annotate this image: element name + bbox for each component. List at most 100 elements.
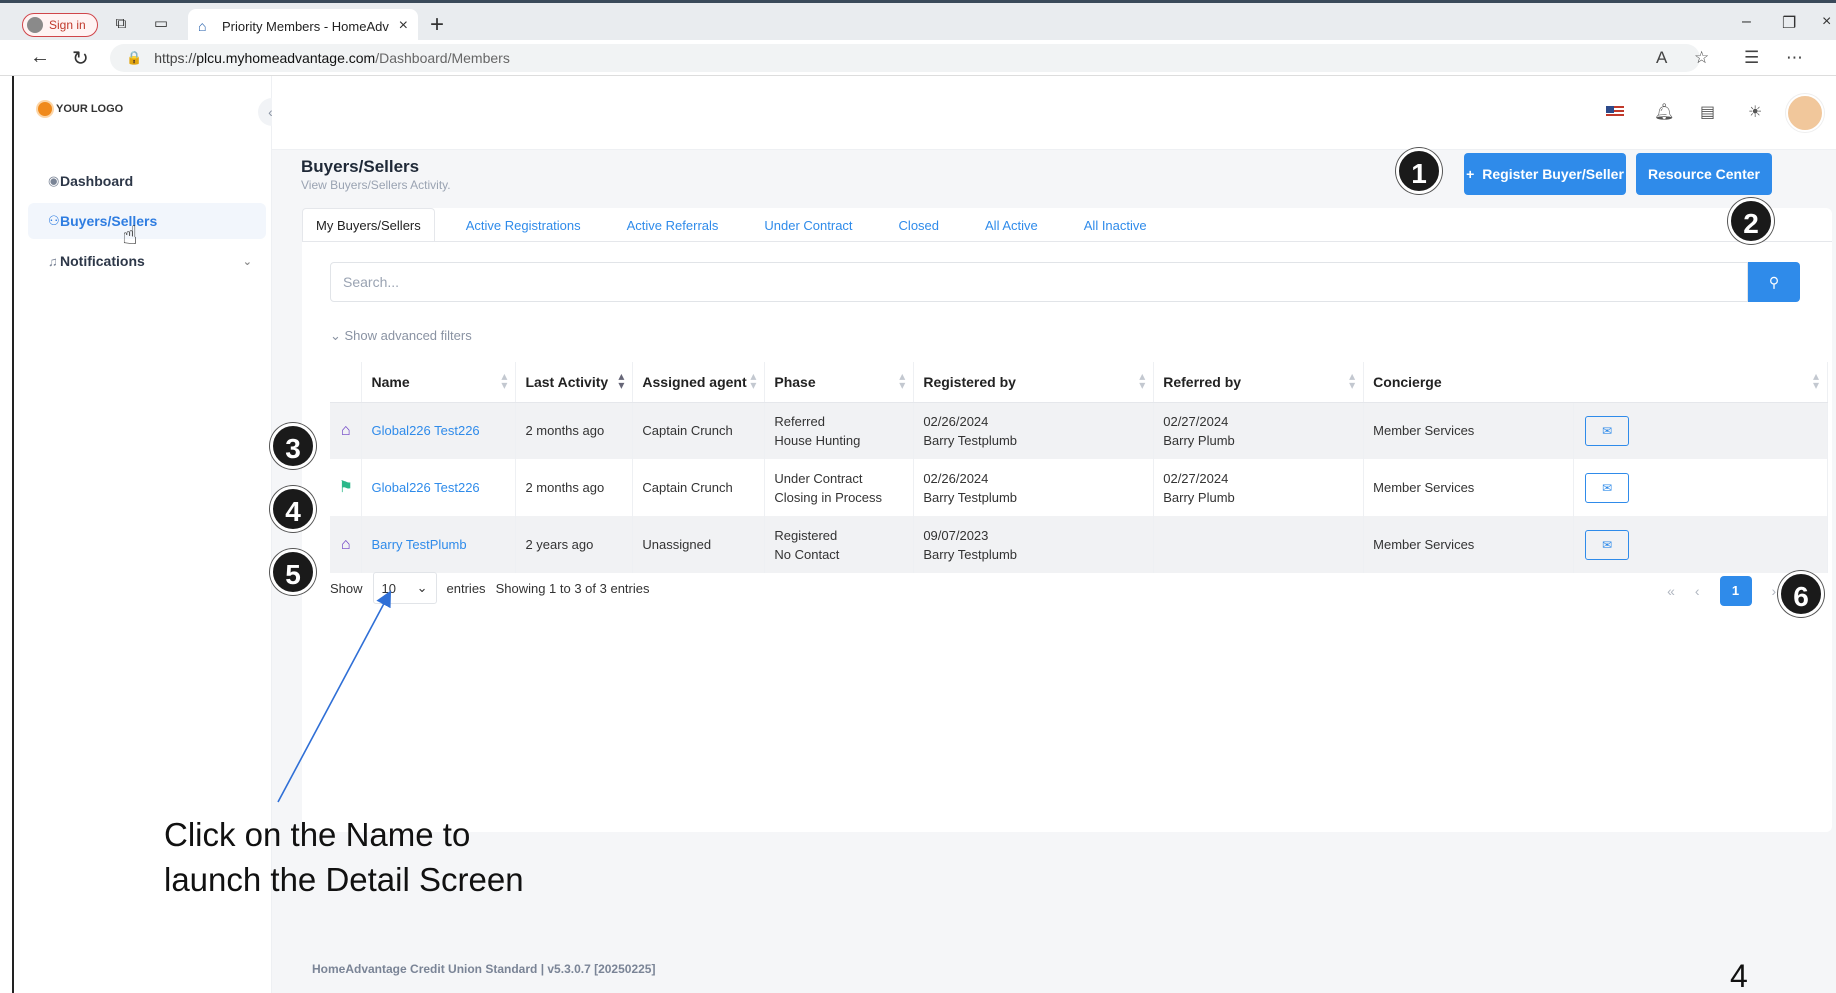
register-button-label: Register Buyer/Seller <box>1482 166 1624 182</box>
table-header-row: Name ▴ ▾ Last Activity ▴ ▾ Assigned agent ▴ ▾ … <box>330 362 1828 403</box>
header-last-activity[interactable]: Last Activity ▴ ▾ <box>515 362 634 403</box>
tab-divider <box>302 241 1832 242</box>
sort-icon: ▴ ▾ <box>501 369 508 392</box>
chat-icon[interactable]: ▤ <box>1700 102 1715 122</box>
house-favicon-icon: ⌂ <box>198 18 207 34</box>
chevron-down-icon: ⌄ <box>416 580 428 595</box>
tab-active-registrations[interactable]: Active Registrations <box>453 208 594 242</box>
page-size-select[interactable]: 10 ⌄ <box>372 572 437 604</box>
minimize-icon[interactable]: – <box>1742 13 1751 31</box>
close-window-icon[interactable]: × <box>1822 13 1831 31</box>
member-name-link[interactable]: Global226 Test226 <box>361 459 517 516</box>
chevron-down-icon: ⌄ <box>242 255 252 268</box>
advanced-filters-label: Show advanced filters <box>344 328 472 343</box>
logo: YOUR LOGO <box>38 102 123 116</box>
search-icon: ⚲ <box>1768 274 1780 290</box>
read-aloud-icon[interactable]: A <box>1656 48 1667 68</box>
new-tab-icon[interactable]: + <box>430 11 444 39</box>
next-page-icon[interactable]: › <box>1772 583 1777 599</box>
browser-tab-active[interactable]: ⌂ Priority Members - HomeAdvanta × <box>188 9 418 43</box>
sort-icon: ▴ ▾ <box>899 369 906 392</box>
last-activity: 2 months ago <box>515 402 634 459</box>
sidebar-item-label: Notifications <box>60 253 145 269</box>
page-size-value: 10 <box>381 580 396 596</box>
url-path: /Dashboard/Members <box>375 50 510 66</box>
envelope-icon: ✉ <box>1602 423 1613 438</box>
page-button-current[interactable]: 1 <box>1719 576 1752 606</box>
more-icon[interactable]: ⋯ <box>1786 48 1803 68</box>
annotation-badge-4: 4 <box>270 486 316 532</box>
header-phase[interactable]: Phase ▴ ▾ <box>764 362 915 403</box>
favorite-star-icon[interactable]: ☆ <box>1694 48 1709 68</box>
bell-icon: ♫ <box>48 253 58 269</box>
last-activity: 2 years ago <box>515 516 634 573</box>
referred-by <box>1153 516 1365 573</box>
member-name-link[interactable]: Barry TestPlumb <box>361 516 517 573</box>
header-referred-by[interactable]: Referred by ▴ ▾ <box>1153 362 1365 403</box>
sidebar-item-notifications[interactable]: ♫ Notifications ⌄ <box>28 243 266 279</box>
concierge: Member Services <box>1363 516 1575 573</box>
tab-under-contract[interactable]: Under Contract <box>751 208 865 242</box>
registered-by: 02/26/2024 Barry Testplumb <box>913 459 1155 516</box>
browser-tab-bar: Sign in ⧉ ▭ ⌂ Priority Members - HomeAdv… <box>0 0 1836 43</box>
plus-icon: + <box>1466 166 1475 182</box>
table-row: ⌂ Global226 Test226 2 months ago Captain… <box>330 402 1828 459</box>
register-buyer-seller-button[interactable]: + Register Buyer/Seller <box>1464 153 1626 195</box>
tab-closed[interactable]: Closed <box>886 208 952 242</box>
entries-summary: Showing 1 to 3 of 3 entries <box>495 580 650 596</box>
registered-by: 09/07/2023 Barry Testplumb <box>913 516 1155 573</box>
annotation-badge-1: 1 <box>1396 148 1442 194</box>
annotation-badge-2: 2 <box>1728 198 1774 244</box>
people-icon: ⚇ <box>48 213 60 228</box>
concierge: Member Services <box>1363 459 1575 516</box>
tab-all-active[interactable]: All Active <box>972 208 1051 242</box>
tab-active-referrals[interactable]: Active Referrals <box>614 208 732 242</box>
header-registered-by[interactable]: Registered by ▴ ▾ <box>913 362 1155 403</box>
mail-cell: ✉ <box>1573 516 1828 573</box>
assigned-agent: Captain Crunch <box>632 402 766 459</box>
resource-center-button[interactable]: Resource Center <box>1636 153 1772 195</box>
header-assigned-agent[interactable]: Assigned agent ▴ ▾ <box>632 362 766 403</box>
avatar[interactable] <box>1786 94 1824 132</box>
us-flag-icon[interactable] <box>1606 106 1624 118</box>
page-subtitle: View Buyers/Sellers Activity. <box>301 178 451 192</box>
sidebar-item-dashboard[interactable]: ◉ Dashboard <box>28 163 266 199</box>
table-row: ⚑ Global226 Test226 2 months ago Captain… <box>330 459 1828 516</box>
url-field[interactable]: 🔒 https://plcu.myhomeadvantage.com/Dashb… <box>110 44 1700 72</box>
email-button[interactable]: ✉ <box>1585 529 1630 560</box>
phase: Under Contract Closing in Process <box>764 459 915 516</box>
tab-list: My Buyers/Sellers Active Registrations A… <box>302 208 1180 242</box>
logo-text: YOUR LOGO <box>56 103 124 115</box>
header-name[interactable]: Name ▴ ▾ <box>361 362 517 403</box>
tab-my-buyers-sellers[interactable]: My Buyers/Sellers <box>302 208 435 242</box>
url-scheme: https:// <box>154 50 197 66</box>
header-concierge[interactable]: Concierge ▴ ▾ <box>1363 362 1828 403</box>
tab-actions-icon[interactable]: ▭ <box>152 15 170 33</box>
mail-cell: ✉ <box>1573 459 1828 516</box>
sidebar-item-label: Dashboard <box>60 173 134 189</box>
sign-in-button[interactable]: Sign in <box>22 13 98 37</box>
callout-line-2: launch the Detail Screen <box>164 861 524 898</box>
prev-page-icon[interactable]: ‹ <box>1695 583 1700 599</box>
search-button[interactable]: ⚲ <box>1748 262 1800 302</box>
member-name-link[interactable]: Global226 Test226 <box>361 402 517 459</box>
restore-icon[interactable]: ❐ <box>1782 13 1796 33</box>
sidebar-item-buyers-sellers[interactable]: ⚇ Buyers/Sellers <box>28 203 266 239</box>
members-table: Name ▴ ▾ Last Activity ▴ ▾ Assigned agent ▴ ▾ … <box>330 362 1828 573</box>
refresh-icon[interactable]: ↻ <box>72 46 89 71</box>
email-button[interactable]: ✉ <box>1585 415 1630 446</box>
entries-label: entries <box>446 580 486 596</box>
bell-icon[interactable]: 🔔︎ <box>1654 102 1674 122</box>
referred-by: 02/27/2024 Barry Plumb <box>1153 459 1365 516</box>
first-page-icon[interactable]: « <box>1667 583 1675 599</box>
sun-theme-icon[interactable]: ☀ <box>1748 102 1762 122</box>
email-button[interactable]: ✉ <box>1585 472 1630 503</box>
assigned-agent: Captain Crunch <box>632 459 766 516</box>
workspaces-icon[interactable]: ⧉ <box>112 15 130 33</box>
favorites-icon[interactable]: ☰ <box>1744 48 1759 68</box>
show-advanced-filters-toggle[interactable]: ⌄ Show advanced filters <box>330 328 472 344</box>
search-input[interactable] <box>330 262 1748 302</box>
close-tab-icon[interactable]: × <box>399 17 408 35</box>
tab-all-inactive[interactable]: All Inactive <box>1071 208 1160 242</box>
back-icon[interactable]: ← <box>30 46 50 69</box>
